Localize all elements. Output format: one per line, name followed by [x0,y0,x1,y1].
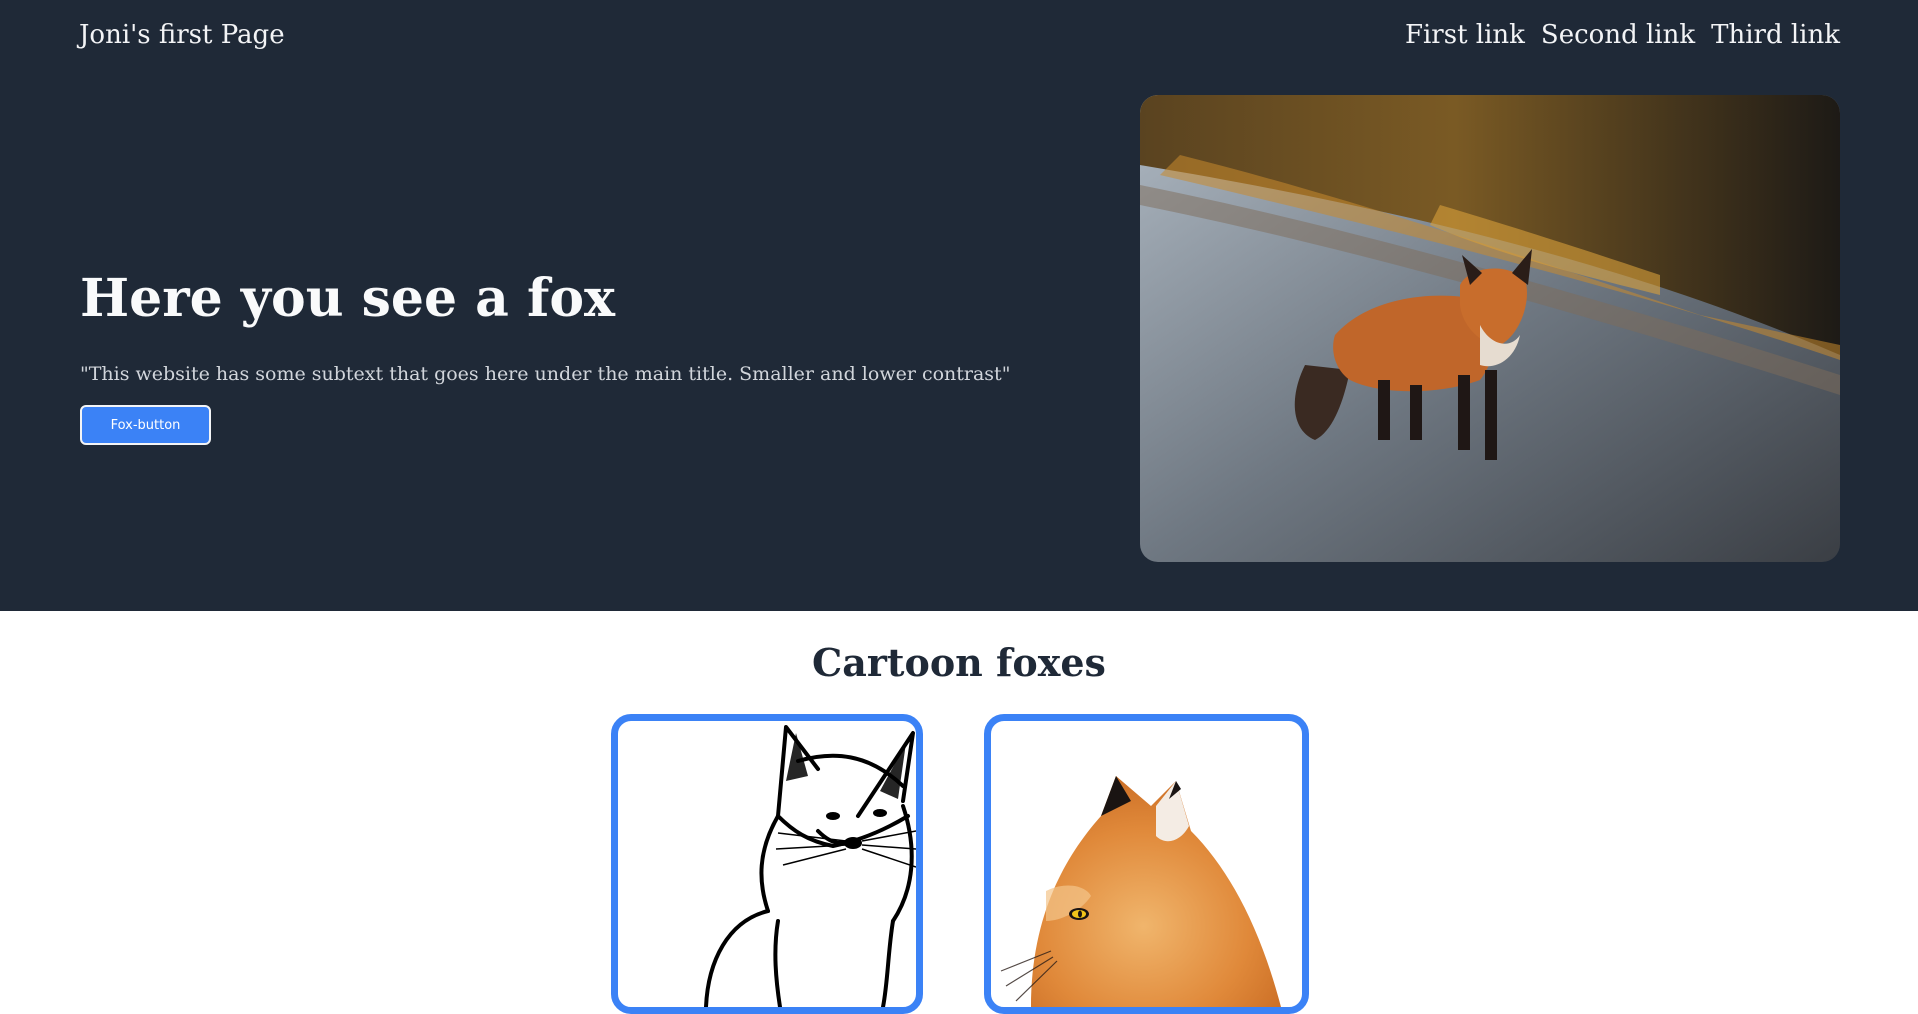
cartoon-fox-card-1[interactable] [611,714,923,1014]
nav-links: First link Second link Third link [1405,20,1840,50]
site-brand[interactable]: Joni's first Page [79,20,285,50]
fox-button[interactable]: Fox-button [80,405,211,445]
fox-line-drawing-icon [704,725,916,1007]
hero-section: Joni's first Page First link Second link… [0,0,1918,611]
fox-painting-icon [1000,776,1281,1007]
nav-link-second[interactable]: Second link [1541,20,1695,50]
hero-subtitle: "This website has some subtext that goes… [80,363,1011,385]
section-title: Cartoon foxes [812,640,1106,685]
hero-title: Here you see a fox [80,268,616,329]
nav-link-first[interactable]: First link [1405,20,1525,50]
cartoon-fox-card-2[interactable] [984,714,1309,1014]
top-navbar: Joni's first Page First link Second link… [0,0,1918,74]
fox-photo [1140,95,1840,562]
nav-link-third[interactable]: Third link [1711,20,1840,50]
